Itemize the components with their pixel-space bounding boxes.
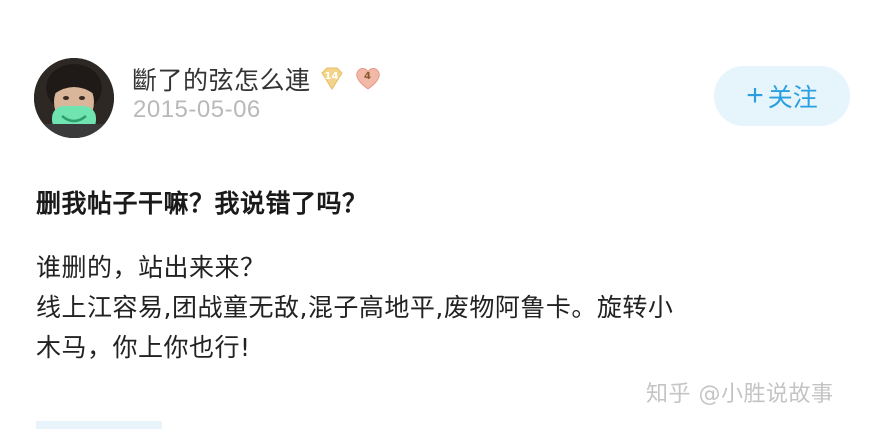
heart-badge-icon[interactable]: 4 [353, 65, 383, 93]
follow-button[interactable]: + 关注 [714, 66, 850, 126]
plus-icon: + [746, 79, 764, 112]
author-name[interactable]: 斷了的弦怎么連 [132, 61, 311, 97]
diamond-badge-count: 14 [324, 71, 339, 82]
avatar-image [34, 58, 114, 138]
post-title: 删我帖子干嘛？我说错了吗？ [36, 189, 368, 218]
heart-badge-count: 4 [364, 71, 371, 82]
author-row: 斷了的弦怎么連 14 4 [132, 62, 383, 96]
post-line: 谁删的，站出来来？ [36, 253, 266, 282]
post-body: 谁删的，站出来来？ 线上江容易,团战童无敌,混子高地平,废物阿鲁卡。旋转小 木马… [36, 248, 856, 368]
bottom-bar [36, 421, 162, 429]
post-line: 线上江容易,团战童无敌,混子高地平,废物阿鲁卡。旋转小 [36, 293, 674, 322]
follow-label: 关注 [767, 83, 818, 112]
post-date: 2015-05-06 [133, 96, 261, 123]
post-line: 木马，你上你也行! [36, 333, 251, 362]
avatar[interactable] [34, 58, 114, 138]
watermark: 知乎 @小胜说故事 [646, 382, 834, 407]
diamond-badge-icon[interactable]: 14 [317, 65, 347, 93]
